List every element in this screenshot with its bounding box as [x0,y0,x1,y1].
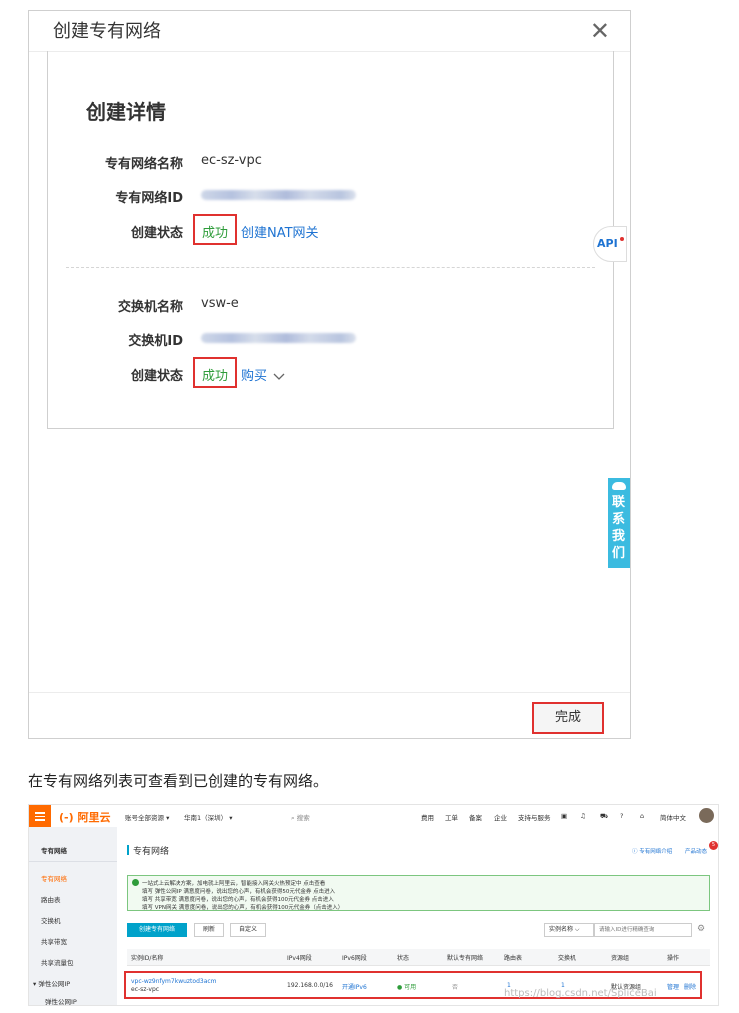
news-count-badge: 5 [709,841,718,850]
chevron-down-icon [273,373,285,380]
col-status: 状态 [397,955,410,962]
id-search-input[interactable]: 请输入ID进行精确查询 [594,923,692,937]
sidebar-item-vpc[interactable]: 专有网络 [41,873,67,883]
sidebar-item-eip[interactable]: 弹性公网IP [45,996,77,1005]
api-tab-label: API [597,237,618,250]
vswitch-name-label: 交换机名称 [117,300,183,315]
cart-icon[interactable]: ⛟ [600,812,608,821]
vpc-console: (-) 阿里云 账号全部资源 ▾ 华南1（深圳） ▾ ⌕ 搜索 费用 工单 备案… [28,804,719,1006]
terminal-icon[interactable]: ▣ [561,812,567,820]
create-nat-gateway-link[interactable]: 创建NAT网关 [241,222,319,241]
product-news-link[interactable]: 产品动态 [685,847,707,855]
notice-line-4: 填写 VPN网关 满意度问卷，说出您的心声，有机会获得100元代金券（点击进入） [142,905,344,911]
settings-icon[interactable]: ⚙ [697,924,705,934]
chat-icon [612,482,626,490]
col-actions: 操作 [667,955,680,962]
vpc-status-value: 成功 [202,226,229,241]
col-route-tables: 路由表 [504,955,523,962]
nav-fees[interactable]: 费用 [421,812,434,822]
api-side-tab[interactable]: API [593,226,627,262]
col-ipv4: IPv4网段 [287,955,312,962]
api-notification-dot [620,237,624,241]
customize-button[interactable]: 自定义 [230,923,266,937]
sidebar-group-eip[interactable]: ▾ 弹性公网IP [33,978,70,988]
caption-text: 在专有网络列表可查看到已创建的专有网络。 [28,772,329,790]
contact-us-label: 联 系 我 们 [612,495,626,561]
vswitch-id-label: 交换机ID [128,334,183,349]
buy-link[interactable]: 购买 [241,365,285,384]
page-title: 专有网络 [133,847,170,857]
sidebar-title: 专有网络 [41,847,67,855]
home-icon[interactable]: ⌂ [640,812,644,820]
vswitch-id-blurred-value [201,333,356,343]
detail-title: 创建详情 [86,100,166,124]
buy-link-label: 购买 [241,369,268,384]
nav-enterprise[interactable]: 企业 [494,812,507,822]
create-vpc-dialog: 创建专有网络 ✕ 创建详情 专有网络名称 ec-sz-vpc 专有网络ID 创建… [28,10,631,739]
language-selector[interactable]: 简体中文 [660,812,686,822]
notice-line-1: 一站式上云解决方案，加电就上阿里云，智能接入网关火热预定中 点击查看 [142,881,326,887]
vpc-status-label: 创建状态 [130,226,183,241]
vswitch-status-label: 创建状态 [130,369,183,384]
region-selector[interactable]: 华南1（深圳） ▾ [184,812,232,822]
notice-banner: 一站式上云解决方案，加电就上阿里云，智能接入网关火热预定中 点击查看 填写 弹性… [127,875,710,911]
footer-divider [29,692,630,693]
sidebar-item-vswitches[interactable]: 交换机 [41,915,61,925]
help-icon[interactable]: ? [620,812,623,820]
watermark: https://blog.csdn.net/SpliceBai [504,988,657,999]
contact-us-tab[interactable]: 联 系 我 们 [608,478,630,568]
section-divider [66,267,595,268]
refresh-button[interactable]: 刷新 [194,923,224,937]
close-icon[interactable]: ✕ [590,19,610,43]
table-header: 实例ID/名称 IPv4网段 IPv6网段 状态 默认专有网络 路由表 交换机 … [127,949,710,966]
aliyun-logo[interactable]: (-) 阿里云 [59,809,110,825]
avatar[interactable] [699,808,714,823]
detail-panel: 创建详情 专有网络名称 ec-sz-vpc 专有网络ID 创建状态 成功 创建N… [47,51,627,429]
bell-icon[interactable]: ♫ [580,812,586,820]
resource-selector[interactable]: 账号全部资源 ▾ [125,812,169,822]
sidebar-item-shared-bandwidth[interactable]: 共享带宽 [41,936,67,946]
col-vswitches: 交换机 [558,955,577,962]
success-icon [132,879,139,886]
sidebar-item-data-transfer-plan[interactable]: 共享流量包 [41,957,74,967]
filter-select[interactable]: 实例名称 ⌵ [544,923,594,937]
vpc-name-label: 专有网络名称 [104,157,183,172]
sidebar-item-route-tables[interactable]: 路由表 [41,894,61,904]
vpc-id-label: 专有网络ID [115,191,183,206]
vswitch-status-value: 成功 [202,369,229,384]
notice-line-2: 填写 弹性公网IP 满意度问卷，说出您的心声，有机会获得50元代金券 点击进入 [142,889,336,895]
vswitch-name-value: vsw-e [201,296,239,311]
vpc-id-blurred-value [201,190,356,200]
console-topbar: (-) 阿里云 账号全部资源 ▾ 华南1（深圳） ▾ ⌕ 搜索 费用 工单 备案… [29,805,718,828]
nav-filing[interactable]: 备案 [469,812,482,822]
console-content: 专有网络 ⓘ 专有网络介绍 产品动态 5 一站式上云解决方案，加电就上阿里云，智… [117,827,718,1005]
col-default-vpc: 默认专有网络 [447,955,484,962]
done-button[interactable]: 完成 [532,702,604,734]
col-resource-group: 资源组 [611,955,630,962]
nav-tickets[interactable]: 工单 [445,812,458,822]
console-sidebar: 专有网络 专有网络 路由表 交换机 共享带宽 共享流量包 ▾ 弹性公网IP 弹性… [29,827,117,1005]
vpc-intro-link[interactable]: ⓘ 专有网络介绍 [632,847,672,855]
col-instance: 实例ID/名称 [131,955,164,962]
dialog-title: 创建专有网络 [53,21,161,42]
vpc-name-value: ec-sz-vpc [201,153,262,168]
col-ipv6: IPv6网段 [342,955,367,962]
create-vpc-button[interactable]: 创建专有网络 [127,923,187,937]
notice-line-3: 填写 共享带宽 满意度问卷，说出您的心声，有机会获得100元代金券 点击进入 [142,897,334,903]
topbar-search[interactable]: ⌕ 搜索 [291,812,310,823]
menu-icon[interactable] [29,805,51,827]
nav-support[interactable]: 支持与服务 [518,812,551,822]
